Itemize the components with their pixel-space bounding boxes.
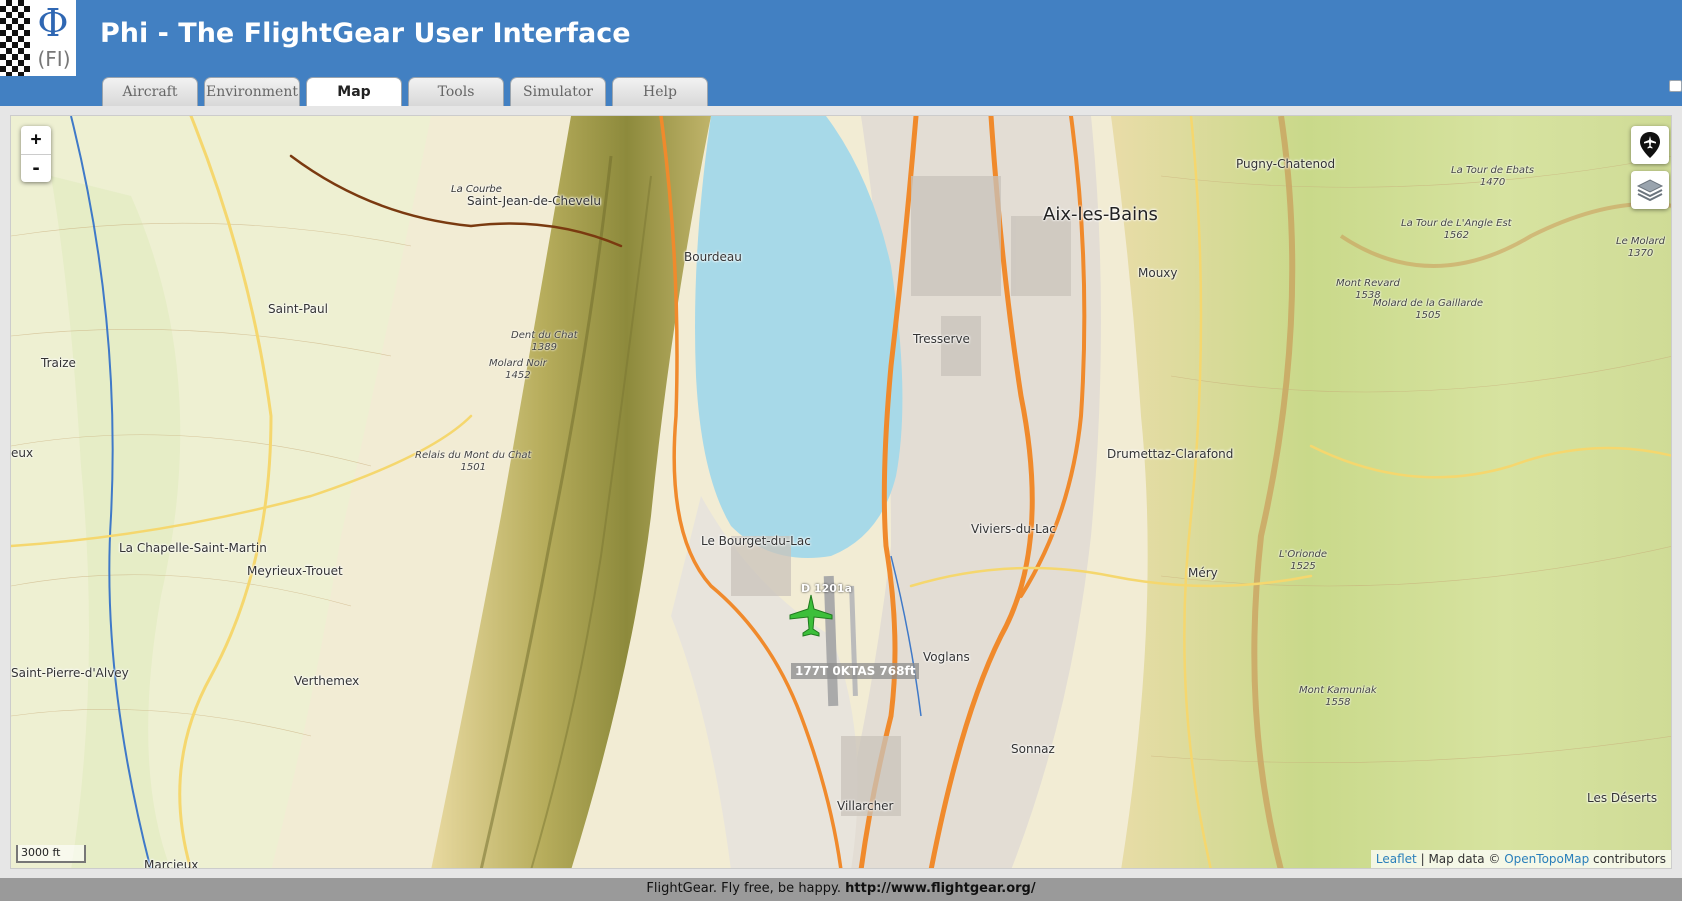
layers-icon [1636,179,1664,202]
tab-tools[interactable]: Tools [408,77,504,106]
logo-text: (FI) [37,47,71,71]
peak-molard-noir: Molard Noir 1452 [489,358,547,381]
place-sonnaz: Sonnaz [1011,742,1055,756]
map-view[interactable]: Aix-les-Bains Pugny-Chatenod Mouxy Tress… [10,115,1672,869]
place-aix-les-bains: Aix-les-Bains [1043,204,1158,225]
checkered-flag-icon [0,0,30,76]
peak-dent-du-chat: Dent du Chat 1389 [511,330,578,353]
map-attribution: Leaflet | Map data © OpenTopoMap contrib… [1370,850,1671,868]
tab-help[interactable]: Help [612,77,708,106]
header-toggle-button[interactable] [1669,80,1682,92]
place-saint-paul: Saint-Paul [268,302,328,316]
place-la-chapelle-saint-martin: La Chapelle-Saint-Martin [119,541,267,555]
peak-le-molard: Le Molard 1370 [1616,236,1666,259]
footer: FlightGear. Fly free, be happy. http://w… [0,878,1682,901]
phi-symbol: Φ [37,1,69,45]
place-viviers-du-lac: Viviers-du-Lac [971,522,1056,536]
map-scale: 3000 ft [16,845,86,863]
page-title: Phi - The FlightGear User Interface [100,18,631,49]
place-la-courbe: La Courbe [451,184,502,195]
place-le-bourget-du-lac: Le Bourget-du-Lac [701,534,811,548]
place-verthemex: Verthemex [294,674,360,688]
layers-button[interactable] [1631,171,1669,209]
place-marcieux: Marcieux [144,858,199,869]
place-tresserve: Tresserve [913,332,970,346]
place-pugny-chatenod: Pugny-Chatenod [1236,157,1336,171]
peak-lorionde: L'Orionde 1525 [1279,549,1328,572]
peak-mont-kamuniak: Mont Kamuniak 1558 [1299,685,1377,708]
tab-map[interactable]: Map [306,77,402,106]
aircraft-marker-icon[interactable] [786,591,836,641]
peak-la-tour-de-langle-est: La Tour de L'Angle Est 1562 [1401,218,1512,241]
footer-slogan: FlightGear. Fly free, be happy. [646,881,846,896]
place-saint-jean-de-chevelu: Saint-Jean-de-Chevelu [467,194,601,208]
place-mouxy: Mouxy [1138,266,1178,280]
peak-la-tour-de-ebats: La Tour de Ebats 1470 [1451,165,1535,188]
leaflet-link[interactable]: Leaflet [1376,852,1417,866]
place-traize: Traize [41,356,76,370]
place-saint-pierre-dalvey: Saint-Pierre-d'Alvey [11,666,129,680]
zoom-in-button[interactable]: + [21,126,51,154]
peak-molard-de-la-gaillarde: Molard de la Gaillarde 1505 [1373,298,1484,321]
attribution-suffix: contributors [1589,852,1666,866]
place-bourdeau: Bourdeau [684,250,742,264]
zoom-control: + - [21,126,51,182]
zoom-out-button[interactable]: - [21,154,51,182]
place-mery: Méry [1188,566,1218,580]
place-eux: eux [11,446,34,460]
tab-aircraft[interactable]: Aircraft [102,77,198,106]
place-les-deserts: Les Déserts [1587,791,1658,805]
aircraft-id-label: D 1201a [801,582,852,595]
flightgear-logo[interactable]: Φ (FI) [0,0,76,76]
tab-simulator[interactable]: Simulator [510,77,606,106]
aircraft-locate-icon [1640,132,1660,158]
place-villarcher: Villarcher [837,799,894,813]
aircraft-status-label: 177T 0KTAS 768ft [791,663,920,679]
app-header: Φ (FI) Phi - The FlightGear User Interfa… [0,0,1682,106]
place-voglans: Voglans [923,650,970,664]
tab-environment[interactable]: Environment [204,77,300,106]
place-drumettaz: Drumettaz-Clarafond [1107,447,1234,461]
main-tabs: Aircraft Environment Map Tools Simulator… [102,77,708,106]
attribution-separator: | Map data © [1416,852,1505,866]
locate-aircraft-button[interactable] [1631,126,1669,164]
opentopomap-link[interactable]: OpenTopoMap [1504,852,1589,866]
footer-url-link[interactable]: http://www.flightgear.org/ [845,881,1035,896]
footer-text: FlightGear. Fly free, be happy. http://w… [0,881,1682,896]
place-meyrieux-trouet: Meyrieux-Trouet [247,564,343,578]
peak-relais-mont-du-chat: Relais du Mont du Chat 1501 [415,450,532,473]
